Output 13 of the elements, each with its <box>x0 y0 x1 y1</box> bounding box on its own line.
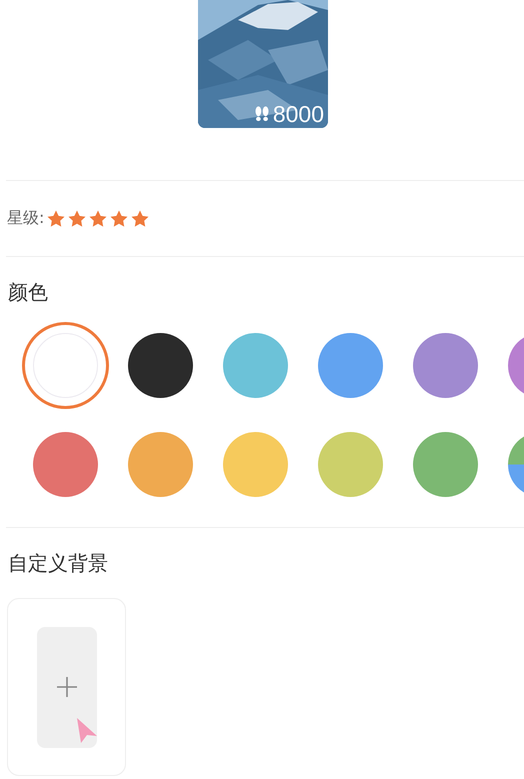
section-title: 自定义背景 <box>7 550 109 577</box>
section-title: 颜色 <box>7 279 49 306</box>
star-icon <box>46 208 66 228</box>
star-icon <box>88 208 108 228</box>
rating-label: 星级: <box>7 208 44 229</box>
cursor-icon <box>74 716 98 744</box>
star-icon <box>109 208 130 228</box>
star-icon <box>130 208 150 228</box>
plus-icon <box>54 675 78 699</box>
step-count: 8000 <box>272 102 324 126</box>
color-swatch[interactable] <box>22 322 109 409</box>
star-icon <box>67 208 88 228</box>
footprints-icon <box>252 105 271 123</box>
